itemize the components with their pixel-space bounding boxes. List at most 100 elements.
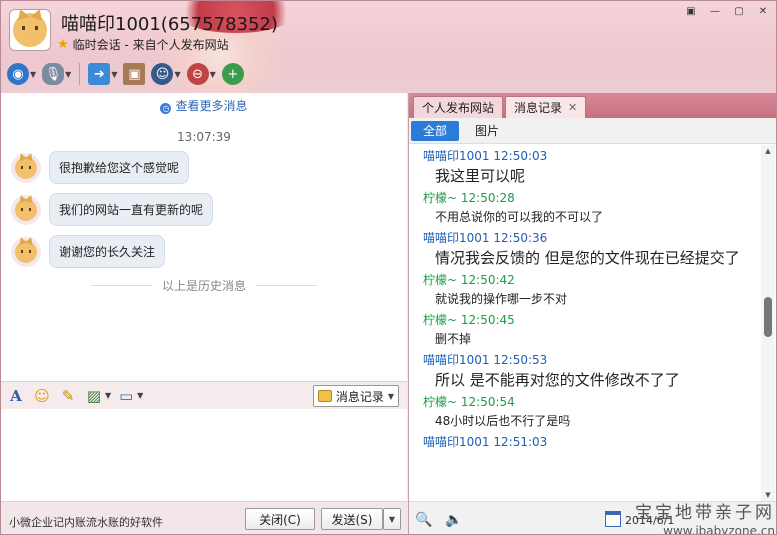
screenshot-icon[interactable]: ▭ xyxy=(115,385,137,407)
chevron-down-icon[interactable]: ▼ xyxy=(105,391,111,400)
image-icon[interactable]: ▨ xyxy=(83,385,105,407)
history-entry: 柠檬~ 12:50:54 48小时以后也不行了是吗 xyxy=(409,393,761,431)
history-entry: 喵喵印1001 12:50:36 情况我会反馈的 但是您的文件现在已经提交了 xyxy=(409,229,761,269)
speaker-icon[interactable]: 🔈 xyxy=(445,511,463,529)
history-text: 我这里可以呢 xyxy=(435,167,526,185)
top-toolbar: ◉ ▼ 🎙 ▼ ➜ ▼ ▣ ☺ ▼ ⊖ ▼ + xyxy=(7,61,244,87)
video-call-icon: ◉ xyxy=(7,63,29,85)
history-sender: 柠檬~ 12:50:28 xyxy=(423,191,515,205)
history-text: 删不掉 xyxy=(435,332,472,346)
file-transfer-icon: ➜ xyxy=(88,63,111,85)
history-entry: 柠檬~ 12:50:28 不用总说你的可以我的不可以了 xyxy=(409,189,761,227)
screen-share-button[interactable]: ▣ xyxy=(123,61,146,87)
send-button[interactable]: 发送(S) xyxy=(321,508,383,530)
history-filters: 全部 图片 xyxy=(409,118,776,144)
sender-avatar[interactable] xyxy=(11,236,41,267)
add-friend-icon: + xyxy=(221,63,244,85)
skin-button[interactable]: ▣ xyxy=(680,4,702,18)
chevron-down-icon[interactable]: ▼ xyxy=(137,391,143,400)
chevron-down-icon: ▼ xyxy=(111,69,118,79)
message-history-label: 消息记录 xyxy=(335,389,384,404)
history-entry: 柠檬~ 12:50:45 删不掉 xyxy=(409,311,761,349)
voice-call-icon: 🎙 xyxy=(42,63,65,85)
cat-avatar-icon xyxy=(15,240,37,263)
side-tabs: 个人发布网站 消息记录 ✕ xyxy=(409,93,776,118)
contact-avatar[interactable] xyxy=(9,9,51,51)
history-scrollbar[interactable]: ▲ ▼ xyxy=(761,145,775,501)
session-subtitle-text: 临时会话 - 来自个人发布网站 xyxy=(72,38,229,52)
history-entry: 柠檬~ 12:50:42 就说我的操作哪一步不对 xyxy=(409,271,761,309)
message-history-button[interactable]: 消息记录 ▼ xyxy=(312,385,399,407)
calendar-icon[interactable] xyxy=(605,511,621,527)
block-user-button[interactable]: ⊖ ▼ xyxy=(186,61,216,87)
watermark-cn: 宝宝地带亲子网 xyxy=(635,503,775,523)
filter-images[interactable]: 图片 xyxy=(463,121,511,141)
history-text: 48小时以后也不行了是吗 xyxy=(435,414,571,428)
message-bubble: 很抱歉给您这个感觉呢 xyxy=(49,151,190,184)
filter-all[interactable]: 全部 xyxy=(411,120,460,141)
chevron-down-icon: ▼ xyxy=(30,69,37,79)
history-sender: 喵喵印1001 12:50:03 xyxy=(423,149,548,163)
editor-toolbar: A ☺ ✎ ▨ ▼ ▭ ▼ 消息记录 ▼ xyxy=(1,381,407,409)
cat-avatar-icon xyxy=(13,13,47,47)
chevron-down-icon: ▼ xyxy=(174,69,181,79)
sender-avatar[interactable] xyxy=(11,194,41,225)
star-icon: ★ xyxy=(57,37,69,52)
screen-share-icon: ▣ xyxy=(123,63,146,85)
file-transfer-button[interactable]: ➜ ▼ xyxy=(88,61,117,87)
maximize-button[interactable]: ▢ xyxy=(728,4,750,18)
video-call-button[interactable]: ◉ ▼ xyxy=(7,61,36,87)
message-timestamp: 13:07:39 xyxy=(177,130,231,144)
toolbar-divider xyxy=(79,63,81,85)
voice-call-button[interactable]: 🎙 ▼ xyxy=(42,61,71,87)
history-text: 不用总说你的可以我的不可以了 xyxy=(435,210,604,224)
more-messages-link[interactable]: ◷ 查看更多消息 xyxy=(1,97,407,114)
contact-title: 喵喵印1001(657578352) xyxy=(61,14,278,35)
chat-window: 喵喵印1001(657578352) ★ 临时会话 - 来自个人发布网站 ▣ —… xyxy=(0,0,777,535)
message-bubble: 我们的网站一直有更新的呢 xyxy=(49,193,214,226)
close-window-button[interactable]: ✕ xyxy=(752,4,774,18)
scroll-down-icon[interactable]: ▼ xyxy=(761,489,775,501)
promo-text[interactable]: 小微企业记内账流水账的好软件 xyxy=(9,514,163,530)
side-panel: 个人发布网站 消息记录 ✕ 全部 图片 喵喵印1001 12:50:03 我这里可… xyxy=(408,93,776,534)
history-entry: 喵喵印1001 12:50:53 所以 是不能再对您的文件修改不了了 xyxy=(409,351,761,391)
history-icon xyxy=(317,390,332,402)
message-row: 谢谢您的长久关注 xyxy=(11,235,166,268)
history-separator-text: 以上是历史消息 xyxy=(162,279,247,293)
message-input[interactable] xyxy=(1,409,407,501)
add-friend-button[interactable]: + xyxy=(221,61,244,87)
chevron-down-icon: ▼ xyxy=(387,391,394,401)
header: 喵喵印1001(657578352) ★ 临时会话 - 来自个人发布网站 ▣ —… xyxy=(1,1,776,93)
cat-avatar-icon xyxy=(15,198,37,221)
contact-card-button[interactable]: ☺ ▼ xyxy=(151,61,181,87)
tab-message-history-label: 消息记录 xyxy=(514,101,563,115)
tab-message-history[interactable]: 消息记录 ✕ xyxy=(505,96,587,118)
magic-expression-icon[interactable]: ✎ xyxy=(57,385,79,407)
session-subtitle: ★ 临时会话 - 来自个人发布网站 xyxy=(57,36,229,53)
tab-website-label: 个人发布网站 xyxy=(422,101,495,115)
window-controls: ▣ — ▢ ✕ xyxy=(680,4,774,18)
close-button[interactable]: 关闭(C) xyxy=(245,508,315,530)
close-icon[interactable]: ✕ xyxy=(568,101,577,114)
emoji-icon[interactable]: ☺ xyxy=(31,385,53,407)
chat-panel: ◷ 查看更多消息 13:07:39 很抱歉给您这个感觉呢 我们的网站一直有更新的呢… xyxy=(1,93,407,534)
history-bottom-bar: 🔍 🔈 2014/6/1 宝宝地带亲子网 www.ibabyzone.cn xyxy=(409,501,776,534)
tab-website[interactable]: 个人发布网站 xyxy=(413,96,504,118)
scroll-up-icon[interactable]: ▲ xyxy=(761,145,775,157)
message-bubble: 谢谢您的长久关注 xyxy=(49,235,166,268)
search-icon[interactable]: 🔍 xyxy=(415,511,433,529)
history-sender: 喵喵印1001 12:50:36 xyxy=(423,231,548,245)
font-icon[interactable]: A xyxy=(5,385,27,407)
cat-avatar-icon xyxy=(15,156,37,179)
send-options-button[interactable]: ▼ xyxy=(383,508,401,530)
sender-avatar[interactable] xyxy=(11,152,41,183)
history-entry: 喵喵印1001 12:50:03 我这里可以呢 xyxy=(409,147,761,187)
minimize-button[interactable]: — xyxy=(704,4,726,18)
more-messages-text: 查看更多消息 xyxy=(175,99,248,113)
chevron-down-icon: ▼ xyxy=(388,514,396,524)
history-separator: 以上是历史消息 xyxy=(91,277,317,294)
history-sender: 喵喵印1001 12:51:03 xyxy=(423,435,548,449)
message-row: 我们的网站一直有更新的呢 xyxy=(11,193,214,226)
history-text: 就说我的操作哪一步不对 xyxy=(435,292,568,306)
scroll-thumb[interactable] xyxy=(764,297,772,337)
